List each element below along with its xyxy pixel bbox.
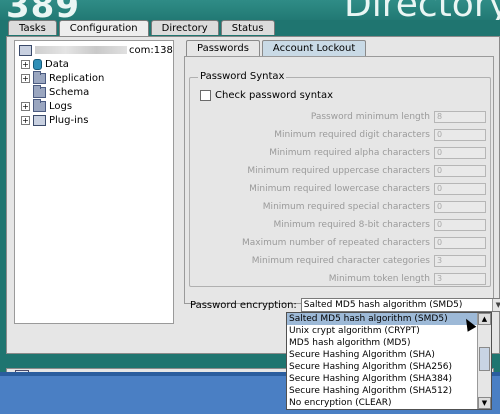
tab-passwords[interactable]: Passwords (186, 40, 260, 56)
setting-row: Minimum required lowercase characters 0 (249, 182, 486, 196)
expand-icon[interactable]: + (21, 59, 30, 69)
config-tree: com:138 + Data + Replication Schema + Lo… (14, 40, 174, 324)
tree-root-server[interactable]: com:138 (19, 43, 173, 57)
setting-label: Minimum required 8-bit characters (273, 220, 430, 230)
setting-input[interactable]: 0 (434, 183, 486, 195)
setting-row: Minimum required alpha characters 0 (269, 146, 486, 160)
setting-input[interactable]: 3 (434, 255, 486, 267)
scroll-thumb[interactable] (479, 347, 490, 371)
tree-item-label: Logs (49, 100, 73, 112)
encryption-label: Password encryption: (190, 299, 297, 311)
setting-input[interactable]: 0 (434, 237, 486, 249)
tree-item-plugins[interactable]: + Plug-ins (21, 113, 88, 127)
expand-icon[interactable]: + (21, 101, 30, 111)
setting-label: Password minimum length (310, 112, 430, 122)
setting-input[interactable]: 3 (434, 273, 486, 285)
check-syntax-label: Check password syntax (215, 90, 334, 101)
encryption-dropdown-list: Salted MD5 hash algorithm (SMD5) Unix cr… (286, 312, 492, 410)
setting-input[interactable]: 0 (434, 219, 486, 231)
expand-icon[interactable]: + (21, 73, 30, 83)
server-icon (19, 44, 32, 56)
scroll-down-icon[interactable]: ▼ (478, 397, 491, 409)
encryption-selected-value: Salted MD5 hash algorithm (SMD5) (303, 300, 463, 310)
check-syntax-checkbox[interactable] (200, 90, 211, 101)
plugins-icon (33, 114, 46, 126)
setting-label: Minimum token length (328, 274, 430, 284)
setting-input[interactable]: 0 (434, 147, 486, 159)
setting-row: Minimum token length 3 (329, 272, 486, 286)
group-title: Password Syntax (198, 71, 287, 82)
tree-item-logs[interactable]: + Logs (21, 98, 73, 113)
setting-label: Minimum required special characters (262, 202, 430, 212)
dropdown-option[interactable]: No encryption (CLEAR) (287, 397, 491, 409)
dropdown-scrollbar[interactable]: ▲ ▼ (477, 313, 491, 409)
setting-label: Minimum required character categories (251, 256, 430, 266)
encryption-select[interactable]: Salted MD5 hash algorithm (SMD5) ▼ (300, 298, 500, 312)
setting-label: Minimum required digit characters (274, 130, 430, 140)
passwords-pane: Password Syntax Check password syntax Pa… (184, 56, 494, 304)
dropdown-option[interactable]: MD5 hash algorithm (MD5) (287, 337, 491, 349)
setting-row: Minimum required 8-bit characters 0 (273, 218, 486, 232)
sub-tabs: Passwords Account Lockout (186, 40, 368, 56)
main-tabs: Tasks Configuration Directory Status (8, 20, 277, 36)
setting-row: Password minimum length 8 (311, 110, 486, 124)
tree-item-label: Data (45, 58, 69, 70)
setting-input[interactable]: 0 (434, 201, 486, 213)
setting-label: Minimum required lowercase characters (249, 184, 430, 194)
folder-icon (33, 70, 46, 84)
setting-label: Minimum required alpha characters (269, 148, 430, 158)
setting-label: Maximum number of repeated characters (242, 238, 430, 248)
tab-account-lockout[interactable]: Account Lockout (261, 40, 367, 56)
dropdown-option[interactable]: Secure Hashing Algorithm (SHA256) (287, 361, 491, 373)
dropdown-option[interactable]: Secure Hashing Algorithm (SHA) (287, 349, 491, 361)
check-syntax-row[interactable]: Check password syntax (200, 90, 333, 101)
setting-row: Minimum required digit characters 0 (274, 128, 486, 142)
tab-configuration[interactable]: Configuration (58, 20, 149, 36)
chevron-down-icon[interactable]: ▼ (491, 299, 500, 311)
setting-row: Minimum required special characters 0 (263, 200, 486, 214)
scroll-up-icon[interactable]: ▲ (478, 313, 491, 325)
encryption-row: Password encryption: Salted MD5 hash alg… (190, 298, 500, 312)
setting-input[interactable]: 0 (434, 129, 486, 141)
tab-status[interactable]: Status (220, 20, 275, 35)
passwords-content: Passwords Account Lockout Password Synta… (178, 40, 500, 324)
tree-item-schema[interactable]: Schema (33, 84, 90, 99)
tree-item-label: Schema (49, 86, 90, 98)
tab-directory[interactable]: Directory (150, 20, 219, 35)
password-syntax-group: Password Syntax Check password syntax Pa… (189, 71, 491, 287)
setting-row: Minimum required character categories 3 (252, 254, 486, 268)
setting-row: Maximum number of repeated characters 0 (242, 236, 486, 250)
tree-item-label: Plug-ins (49, 114, 89, 126)
dropdown-option[interactable]: Salted MD5 hash algorithm (SMD5) (287, 313, 491, 325)
setting-label: Minimum required uppercase characters (247, 166, 430, 176)
tree-item-replication[interactable]: + Replication (21, 70, 105, 85)
dropdown-option[interactable]: Secure Hashing Algorithm (SHA384) (287, 373, 491, 385)
tab-tasks[interactable]: Tasks (8, 20, 57, 35)
setting-row: Minimum required uppercase characters 0 (247, 164, 486, 178)
redacted-hostname (35, 46, 127, 54)
tree-item-label: Replication (49, 72, 105, 84)
setting-input[interactable]: 8 (434, 111, 486, 123)
tree-item-data[interactable]: + Data (21, 57, 69, 71)
logs-icon (33, 98, 46, 112)
setting-input[interactable]: 0 (434, 165, 486, 177)
folder-icon (33, 84, 46, 98)
database-icon (33, 58, 42, 70)
tree-root-label: com:138 (129, 44, 173, 56)
dropdown-option[interactable]: Unix crypt algorithm (CRYPT) (287, 325, 491, 337)
expand-icon[interactable]: + (21, 115, 30, 125)
dropdown-option[interactable]: Secure Hashing Algorithm (SHA512) (287, 385, 491, 397)
